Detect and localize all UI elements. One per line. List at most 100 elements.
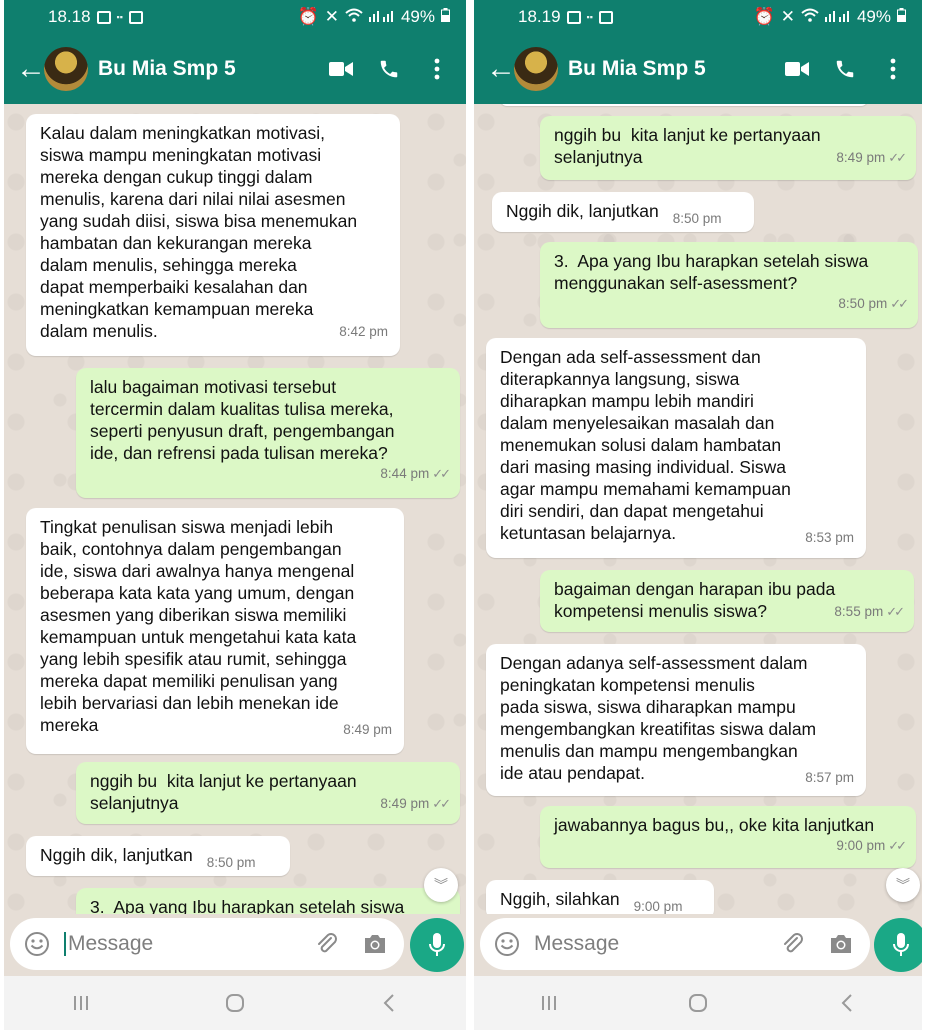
double-chevron-down-icon: ︾ [434, 877, 448, 893]
recent-apps-icon[interactable] [519, 983, 579, 1023]
status-time: 18.18 [48, 7, 91, 26]
emoji-icon[interactable] [22, 929, 52, 959]
signal-icon [368, 7, 395, 27]
message-bubble[interactable]: jawabannya bagus bu,, oke kita lanjutkan… [540, 806, 916, 868]
status-time: 18.19 [518, 7, 561, 26]
battery-icon [897, 7, 906, 27]
system-nav-bar [474, 976, 922, 1030]
voice-call-icon[interactable] [828, 52, 862, 86]
contact-avatar[interactable] [44, 47, 88, 91]
back-arrow-icon[interactable]: ← [16, 54, 46, 84]
message-bubble[interactable]: Nggih dik, lanjutkan 8:50 pm [26, 836, 290, 876]
camera-icon[interactable] [358, 927, 392, 961]
message-bubble[interactable]: Dengan adanya self-assessment dalam peni… [486, 644, 866, 796]
back-arrow-icon[interactable]: ← [486, 54, 516, 84]
emoji-icon[interactable] [492, 929, 522, 959]
mute-icon: ✕ [780, 7, 795, 26]
message-bubble[interactable]: lalu bagaiman motivasi tersebut tercermi… [76, 368, 460, 498]
system-nav-bar [4, 976, 466, 1030]
camera-icon[interactable] [824, 927, 858, 961]
double-chevron-down-icon: ︾ [896, 877, 910, 893]
status-bar: 18.18 ▪▪ ⏰ ✕ 49% [4, 0, 466, 34]
message-time: 8:50 pm [838, 296, 888, 311]
contact-name[interactable]: Bu Mia Smp 5 [98, 57, 310, 81]
home-icon[interactable] [668, 983, 728, 1023]
app-notification-icon [128, 10, 143, 24]
chat-header: ← Bu Mia Smp 5 [474, 34, 922, 104]
bank-notification-icon: ▪▪ [116, 12, 123, 22]
message-text: Kalau dalam meningkatkan motivasi, siswa… [40, 123, 358, 341]
scroll-to-bottom-button[interactable]: ︾ [424, 868, 458, 902]
microphone-icon [893, 933, 909, 956]
battery-level: 49% [400, 7, 435, 26]
message-time: 8:55 pm [834, 604, 884, 619]
message-composer [474, 914, 922, 976]
message-time: 8:49 pm [836, 150, 886, 165]
message-bubble[interactable]: Dengan ada self-assessment dan diterapka… [486, 338, 866, 558]
signal-icon [824, 7, 851, 27]
mute-icon: ✕ [324, 7, 339, 26]
message-bubble[interactable]: Tingkat penulisan siswa menjadi lebih ba… [26, 508, 404, 754]
message-list[interactable]: Kalau dalam meningkatkan motivasi, siswa… [4, 104, 466, 914]
voice-record-button[interactable] [410, 918, 464, 972]
contact-avatar[interactable] [514, 47, 558, 91]
read-ticks-icon: ✓✓ [890, 296, 909, 311]
message-input-pill [480, 918, 870, 970]
message-composer [4, 914, 466, 976]
voice-call-icon[interactable] [372, 52, 406, 86]
message-bubble-partial [500, 104, 868, 106]
recent-apps-icon[interactable] [51, 983, 111, 1023]
status-bar: 18.19 ▪▪ ⏰ ✕ 49% [474, 0, 922, 34]
read-ticks-icon: ✓✓ [888, 838, 907, 853]
message-time: 8:53 pm [805, 530, 854, 545]
message-time: 8:57 pm [805, 770, 854, 785]
more-options-icon[interactable] [876, 52, 910, 86]
more-options-icon[interactable] [420, 52, 454, 86]
nav-back-icon[interactable] [359, 983, 419, 1023]
message-text: jawabannya bagus bu,, oke kita lanjutkan [554, 815, 875, 835]
message-bubble[interactable]: 3. Apa yang Ibu harapkan setelah siswa m… [540, 242, 918, 328]
paperclip-icon[interactable] [310, 927, 344, 961]
message-bubble[interactable]: 3. Apa yang Ibu harapkan setelah siswa [76, 888, 460, 914]
battery-level: 49% [856, 7, 891, 26]
chat-header: ← Bu Mia Smp 5 [4, 34, 466, 104]
message-text: Nggih dik, lanjutkan [506, 201, 659, 221]
message-time: 8:49 pm [380, 796, 430, 811]
voice-record-button[interactable] [874, 918, 922, 972]
message-bubble[interactable]: Nggih dik, lanjutkan 8:50 pm [492, 192, 754, 232]
video-call-icon[interactable] [780, 52, 814, 86]
message-input-pill [10, 918, 404, 970]
message-time: 9:00 pm [633, 899, 683, 914]
contact-name[interactable]: Bu Mia Smp 5 [568, 57, 766, 81]
message-input[interactable] [64, 932, 296, 956]
video-call-icon[interactable] [324, 52, 358, 86]
chat-screen-left: 18.18 ▪▪ ⏰ ✕ 49% ← Bu Mia Smp 5 Kalau da… [4, 0, 466, 1030]
message-bubble[interactable]: Kalau dalam meningkatkan motivasi, siswa… [26, 114, 400, 356]
wifi-icon [801, 7, 819, 27]
message-bubble[interactable]: Nggih, silahkan 9:00 pm [486, 880, 714, 914]
message-time: 9:00 pm [836, 838, 886, 853]
message-input[interactable] [534, 932, 762, 956]
message-bubble[interactable]: nggih bu kita lanjut ke pertanyaan selan… [76, 762, 460, 824]
nav-back-icon[interactable] [817, 983, 877, 1023]
battery-icon [441, 7, 450, 27]
home-icon[interactable] [205, 983, 265, 1023]
app-notification-icon [598, 10, 613, 24]
message-text: Tingkat penulisan siswa menjadi lebih ba… [40, 517, 357, 735]
chat-screen-right: 18.19 ▪▪ ⏰ ✕ 49% ← Bu Mia Smp 5 nggih bu… [474, 0, 922, 1030]
microphone-icon [429, 933, 445, 956]
message-time: 8:50 pm [206, 855, 256, 870]
message-text: 3. Apa yang Ibu harapkan setelah siswa m… [554, 251, 869, 293]
message-bubble[interactable]: nggih bu kita lanjut ke pertanyaan selan… [540, 116, 916, 180]
alarm-icon: ⏰ [297, 7, 319, 26]
message-text: Dengan ada self-assessment dan diterapka… [500, 347, 791, 543]
scroll-to-bottom-button[interactable]: ︾ [886, 868, 920, 902]
message-list[interactable]: nggih bu kita lanjut ke pertanyaan selan… [474, 104, 922, 914]
alarm-icon: ⏰ [753, 7, 775, 26]
message-bubble[interactable]: bagaiman dengan harapan ibu pada kompete… [540, 570, 914, 632]
paperclip-icon[interactable] [776, 927, 810, 961]
read-ticks-icon: ✓✓ [888, 150, 907, 165]
bank-notification-icon: ▪▪ [586, 12, 593, 22]
message-time: 8:44 pm [380, 466, 430, 481]
read-ticks-icon: ✓✓ [432, 466, 451, 481]
